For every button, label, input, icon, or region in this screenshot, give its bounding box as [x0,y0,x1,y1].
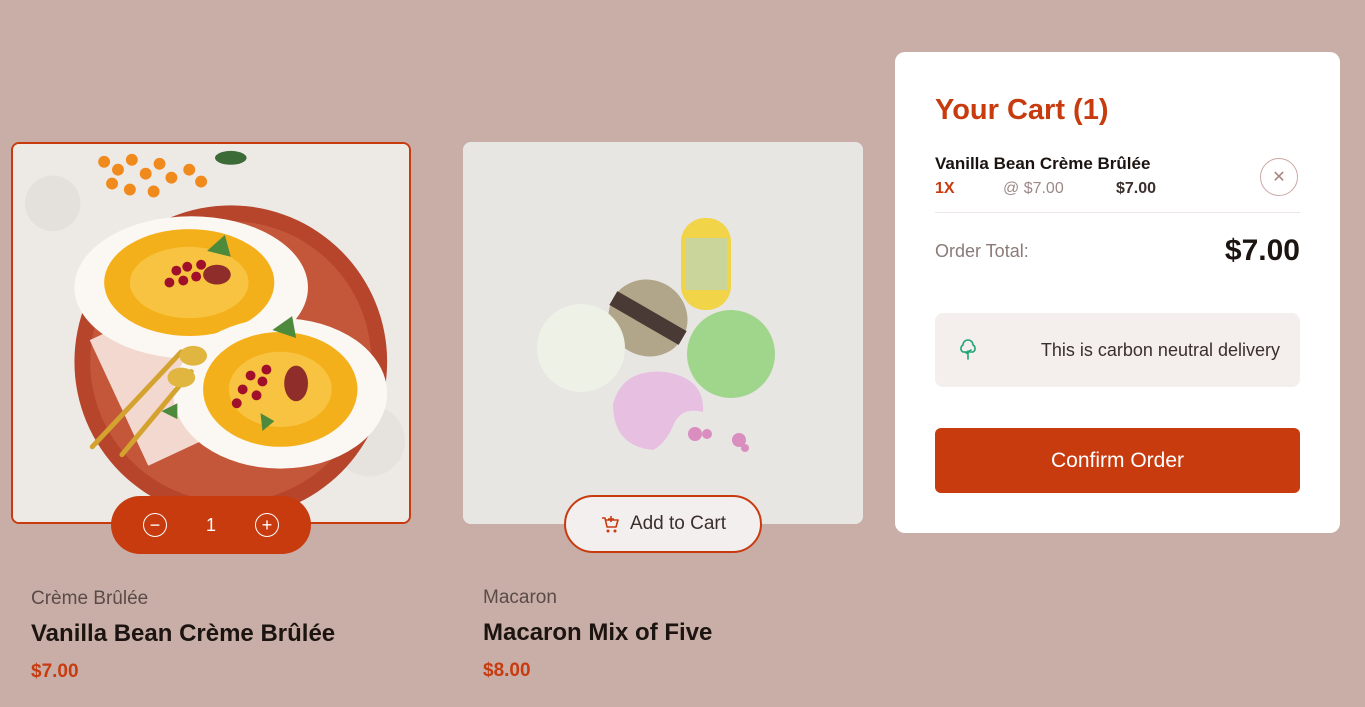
remove-item-button[interactable]: ✕ [1260,158,1298,196]
confirm-order-button[interactable]: Confirm Order [935,428,1300,493]
product-image [11,142,411,524]
product-name: Vanilla Bean Crème Brûlée [31,620,336,647]
quantity-stepper[interactable]: − 1 + [111,496,311,554]
quantity-value: 1 [205,514,216,535]
product-image [463,142,863,524]
carbon-neutral-text: This is carbon neutral delivery [1040,339,1280,360]
product-category: Macaron [483,587,557,608]
minus-icon[interactable]: − [143,513,167,537]
product-price: $7.00 [31,661,79,682]
cart-title: Your Cart (1) [935,94,1109,126]
product-category: Crème Brûlée [31,588,149,609]
add-to-cart-button[interactable]: Add to Cart [564,495,762,553]
cart-plus-icon [601,516,619,533]
cart-panel: Your Cart (1) Vanilla Bean Crème Brûlée … [895,52,1340,533]
tree-icon [960,339,976,360]
carbon-neutral-notice: This is carbon neutral delivery [935,313,1300,387]
product-card: − 1 + Crème Brûlée Vanilla Bean Crème Br… [11,142,411,682]
product-price: $8.00 [483,660,531,681]
close-icon: ✕ [1272,169,1286,186]
cart-item-total: $7.00 [1116,180,1157,197]
divider [935,212,1300,213]
order-total-value: $7.00 [1224,234,1300,267]
cart-item-name: Vanilla Bean Crème Brûlée [935,154,1151,173]
product-card: Add to Cart Macaron Macaron Mix of Five … [463,142,863,681]
macaron-image [463,142,863,524]
cart-item-unit-price: @ $7.00 [1003,180,1064,197]
creme-brulee-image [13,144,409,522]
product-name: Macaron Mix of Five [483,619,713,646]
plus-icon[interactable]: + [254,513,279,537]
order-total-label: Order Total: [935,241,1029,261]
add-to-cart-label: Add to Cart [629,513,727,534]
cart-item-quantity: 1X [935,180,955,197]
